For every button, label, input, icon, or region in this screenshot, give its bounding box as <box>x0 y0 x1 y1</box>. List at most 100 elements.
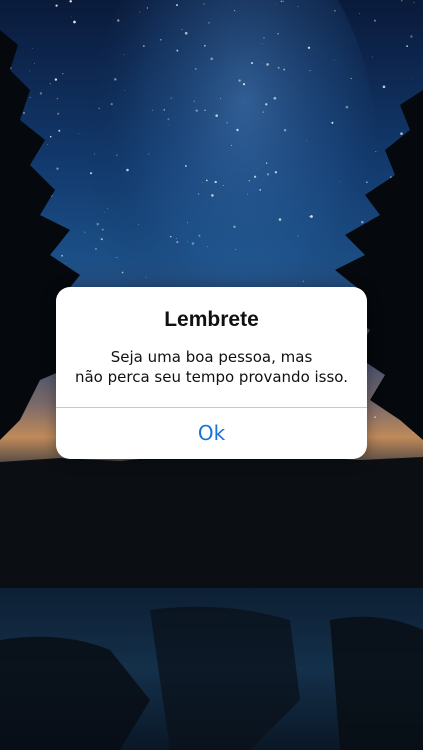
alert-message-line-1: Seja uma boa pessoa, mas <box>110 348 313 366</box>
star <box>124 90 126 91</box>
star <box>114 78 117 81</box>
star <box>117 19 120 22</box>
star <box>148 153 150 155</box>
star <box>266 173 270 176</box>
star <box>39 92 43 95</box>
star <box>184 31 188 35</box>
star <box>374 416 376 418</box>
star <box>331 121 334 124</box>
star <box>233 225 236 228</box>
star <box>106 208 108 210</box>
star <box>89 172 93 175</box>
star <box>203 3 205 5</box>
star <box>261 62 263 64</box>
star <box>54 78 58 81</box>
ok-button[interactable]: Ok <box>56 408 367 459</box>
star <box>366 181 368 183</box>
star <box>412 432 414 434</box>
star <box>123 53 125 55</box>
star <box>175 237 177 239</box>
star <box>236 128 239 132</box>
star <box>334 9 336 12</box>
star <box>372 56 374 58</box>
star <box>187 222 188 224</box>
star <box>278 218 282 221</box>
star <box>159 38 162 41</box>
star <box>306 140 307 142</box>
star <box>138 224 140 225</box>
star <box>96 222 100 226</box>
star <box>187 241 188 243</box>
star <box>142 45 145 48</box>
alert-title: Lembrete <box>164 308 259 331</box>
star <box>49 135 52 138</box>
star <box>283 68 286 71</box>
star <box>253 175 257 178</box>
star <box>297 5 299 7</box>
star <box>176 49 179 52</box>
star <box>167 118 170 121</box>
star <box>257 168 259 170</box>
star <box>274 171 278 174</box>
star <box>310 215 313 218</box>
star <box>382 85 386 89</box>
star <box>170 236 172 238</box>
star <box>222 185 224 186</box>
star <box>62 73 64 75</box>
star <box>110 102 113 106</box>
star <box>56 167 59 170</box>
star <box>220 97 222 99</box>
star <box>350 77 352 80</box>
star <box>413 1 415 3</box>
star <box>263 37 265 39</box>
star <box>282 0 284 2</box>
star <box>94 247 97 250</box>
star <box>277 32 279 35</box>
star <box>345 105 349 109</box>
star <box>302 280 304 282</box>
star <box>297 235 299 237</box>
star <box>277 66 280 69</box>
star <box>204 44 206 47</box>
star <box>58 129 61 132</box>
star <box>204 109 206 112</box>
star <box>211 194 214 197</box>
star <box>93 153 95 155</box>
star <box>250 62 254 65</box>
star <box>84 231 86 233</box>
star <box>145 277 147 278</box>
star <box>197 193 200 195</box>
star <box>121 271 124 274</box>
star <box>116 257 118 259</box>
star <box>375 151 377 153</box>
star <box>116 154 118 156</box>
star <box>151 109 153 111</box>
star <box>70 16 72 17</box>
star <box>201 182 203 183</box>
star <box>176 4 178 7</box>
star <box>61 254 63 257</box>
star <box>361 221 364 224</box>
star <box>401 0 403 2</box>
star <box>234 249 236 250</box>
star <box>101 228 104 231</box>
star <box>339 180 340 182</box>
star <box>163 109 165 111</box>
star <box>98 107 100 110</box>
star <box>69 0 72 3</box>
star <box>266 63 269 66</box>
star <box>262 111 265 113</box>
alert-message: Seja uma boa pessoa, mas não perca seu t… <box>56 347 367 387</box>
star <box>65 262 67 264</box>
star <box>104 212 106 213</box>
star <box>73 20 76 24</box>
star <box>167 124 169 126</box>
star <box>238 79 241 82</box>
star <box>100 238 103 241</box>
star <box>273 96 277 100</box>
star <box>208 22 210 24</box>
star <box>214 180 217 184</box>
star <box>233 9 236 12</box>
star <box>193 100 195 102</box>
star <box>195 109 198 112</box>
